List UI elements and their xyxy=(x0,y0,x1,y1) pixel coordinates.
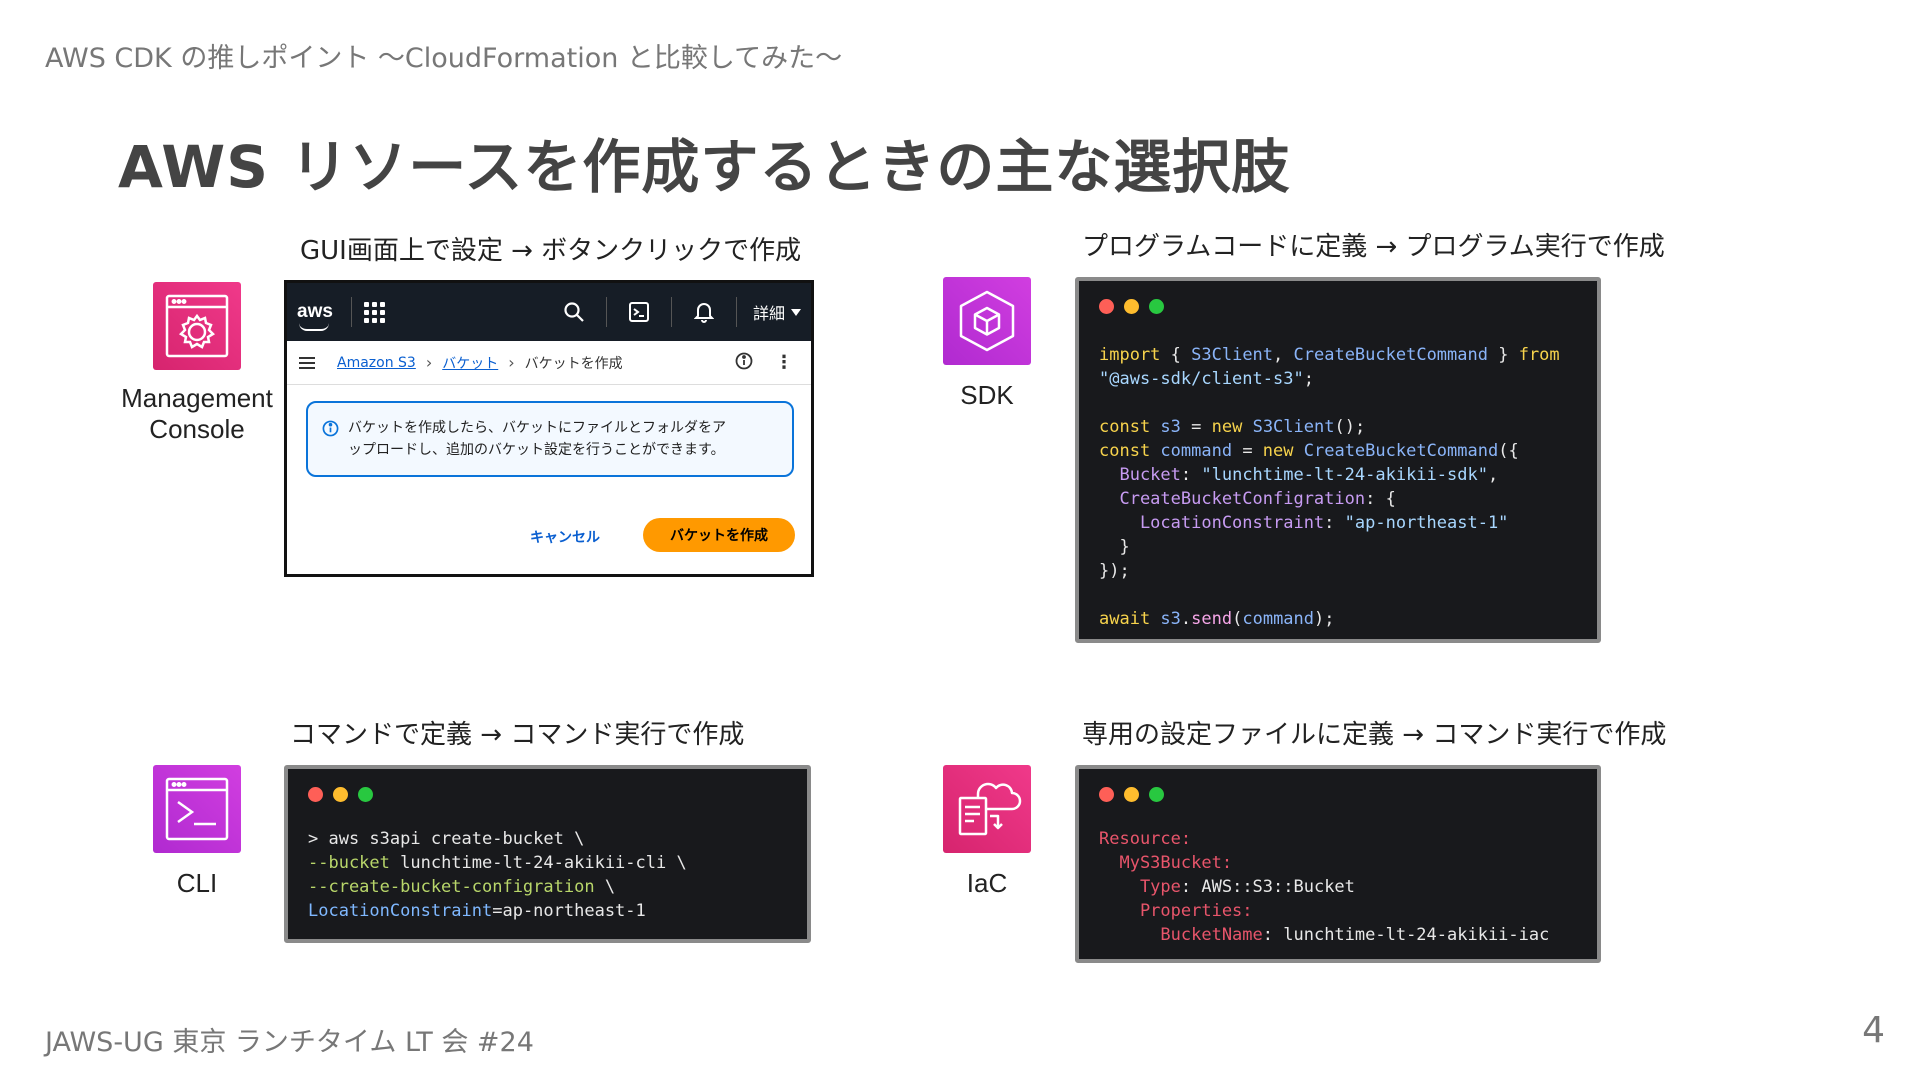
info-text-line-1: バケットを作成したら、バケットにファイルとフォルダをア xyxy=(348,420,726,436)
cube-icon xyxy=(959,290,1015,352)
code-line: }); xyxy=(1099,561,1130,581)
breadcrumb-amazon-s3[interactable]: Amazon S3 xyxy=(337,355,416,371)
info-icon xyxy=(322,420,339,444)
maximize-dot-icon xyxy=(1149,299,1164,314)
code-line: "@aws-sdk/client-s3"; xyxy=(1099,369,1314,389)
cli-label: CLI xyxy=(176,868,218,898)
code-line: --bucket lunchtime-lt-24-akikii-cli \ xyxy=(308,853,687,873)
code-line: Type: AWS::S3::Bucket xyxy=(1099,877,1355,897)
apps-grid-icon[interactable] xyxy=(364,301,385,323)
aws-logo[interactable]: aws xyxy=(297,301,339,331)
create-bucket-button[interactable]: バケットを作成 xyxy=(643,518,795,552)
more-vertical-icon[interactable]: ⋮ xyxy=(775,352,793,373)
chevron-right-icon: › xyxy=(508,353,515,372)
iac-label: IaC xyxy=(966,868,1008,898)
management-console-icon xyxy=(153,282,241,370)
divider xyxy=(605,297,607,327)
gear-icon xyxy=(165,294,229,358)
cli-terminal-window: > aws s3api create-bucket \ --bucket lun… xyxy=(284,765,811,943)
divider xyxy=(351,297,352,327)
code-line: Properties: xyxy=(1099,901,1253,921)
console-caption: GUI画面上で設定 → ボタンクリックで作成 xyxy=(300,236,802,266)
label-line-2: Console xyxy=(149,414,245,445)
code-line: Resource: xyxy=(1099,829,1192,849)
window-controls xyxy=(1099,787,1577,805)
breadcrumb-buckets[interactable]: バケット xyxy=(442,353,498,373)
maximize-dot-icon xyxy=(1149,787,1164,802)
maximize-dot-icon xyxy=(358,787,373,802)
minimize-dot-icon xyxy=(1124,787,1139,802)
management-console-label: Management Console xyxy=(118,383,276,445)
code-line: BucketName: lunchtime-lt-24-akikii-iac xyxy=(1099,925,1550,945)
window-controls xyxy=(308,787,787,805)
code-line: --create-bucket-configration \ xyxy=(308,877,616,897)
hamburger-menu-icon[interactable] xyxy=(299,354,315,372)
sdk-code-window: import { S3Client, CreateBucketCommand }… xyxy=(1075,277,1601,643)
code-line: > aws s3api create-bucket \ xyxy=(308,829,585,849)
minimize-dot-icon xyxy=(1124,299,1139,314)
window-controls xyxy=(1099,299,1577,317)
page-number: 4 xyxy=(1862,1010,1885,1051)
caret-down-icon[interactable] xyxy=(791,308,801,316)
sdk-icon xyxy=(943,277,1031,365)
code-line: await s3.send(command); xyxy=(1099,609,1335,629)
divider xyxy=(670,297,672,327)
code-line: import { S3Client, CreateBucketCommand }… xyxy=(1099,345,1560,365)
cli-icon xyxy=(153,765,241,853)
iac-icon xyxy=(943,765,1031,853)
info-alert: バケットを作成したら、バケットにファイルとフォルダをア ップロードし、追加のバケ… xyxy=(306,401,794,477)
cancel-button[interactable]: キャンセル xyxy=(530,527,600,547)
slide-title: AWS リソースを作成するときの主な選択肢 xyxy=(118,133,1291,201)
code-line: } xyxy=(1099,537,1130,557)
chevron-right-icon: › xyxy=(425,353,433,372)
sdk-label: SDK xyxy=(960,380,1014,410)
cloudshell-icon[interactable] xyxy=(625,298,653,326)
code-line: Bucket: "lunchtime-lt-24-akikii-sdk", xyxy=(1099,465,1499,485)
code-line: CreateBucketConfigration: { xyxy=(1099,489,1396,509)
sdk-caption: プログラムコードに定義 → プログラム実行で作成 xyxy=(1082,232,1665,262)
code-line: const s3 = new S3Client(); xyxy=(1099,417,1366,437)
footer-event-name: JAWS-UG 東京 ランチタイム LT 会 #24 xyxy=(45,1027,534,1058)
close-dot-icon xyxy=(1099,299,1114,314)
code-line: MyS3Bucket: xyxy=(1099,853,1233,873)
console-mockup: aws 詳細 Amazon S3 › バケット › バケットを作成 ⋮ バケット… xyxy=(284,280,814,577)
code-line: LocationConstraint=ap-northeast-1 xyxy=(308,901,646,921)
code-line: LocationConstraint: "ap-northeast-1" xyxy=(1099,513,1509,533)
terminal-prompt-icon xyxy=(165,777,229,841)
divider xyxy=(735,297,737,327)
iac-caption: 専用の設定ファイルに定義 → コマンド実行で作成 xyxy=(1082,720,1667,750)
presentation-header: AWS CDK の推しポイント 〜CloudFormation と比較してみた〜 xyxy=(45,43,843,74)
close-dot-icon xyxy=(1099,787,1114,802)
info-text-line-2: ップロードし、追加のバケット設定を行うことができます。 xyxy=(348,442,725,458)
iac-template-window: Resource: MyS3Bucket: Type: AWS::S3::Buc… xyxy=(1075,765,1601,963)
detail-menu[interactable]: 詳細 xyxy=(753,300,785,324)
cloud-document-icon xyxy=(958,782,1022,836)
search-icon[interactable] xyxy=(560,298,588,326)
bell-icon[interactable] xyxy=(690,298,718,326)
code-line: const command = new CreateBucketCommand(… xyxy=(1099,441,1519,461)
info-circle-icon[interactable] xyxy=(735,352,753,374)
console-topbar: aws 詳細 xyxy=(287,283,811,341)
minimize-dot-icon xyxy=(333,787,348,802)
label-line-1: Management xyxy=(121,383,273,413)
cli-caption: コマンドで定義 → コマンド実行で作成 xyxy=(290,720,745,750)
close-dot-icon xyxy=(308,787,323,802)
breadcrumb-current: バケットを作成 xyxy=(524,355,623,372)
breadcrumb: Amazon S3 › バケット › バケットを作成 ⋮ xyxy=(287,341,811,385)
